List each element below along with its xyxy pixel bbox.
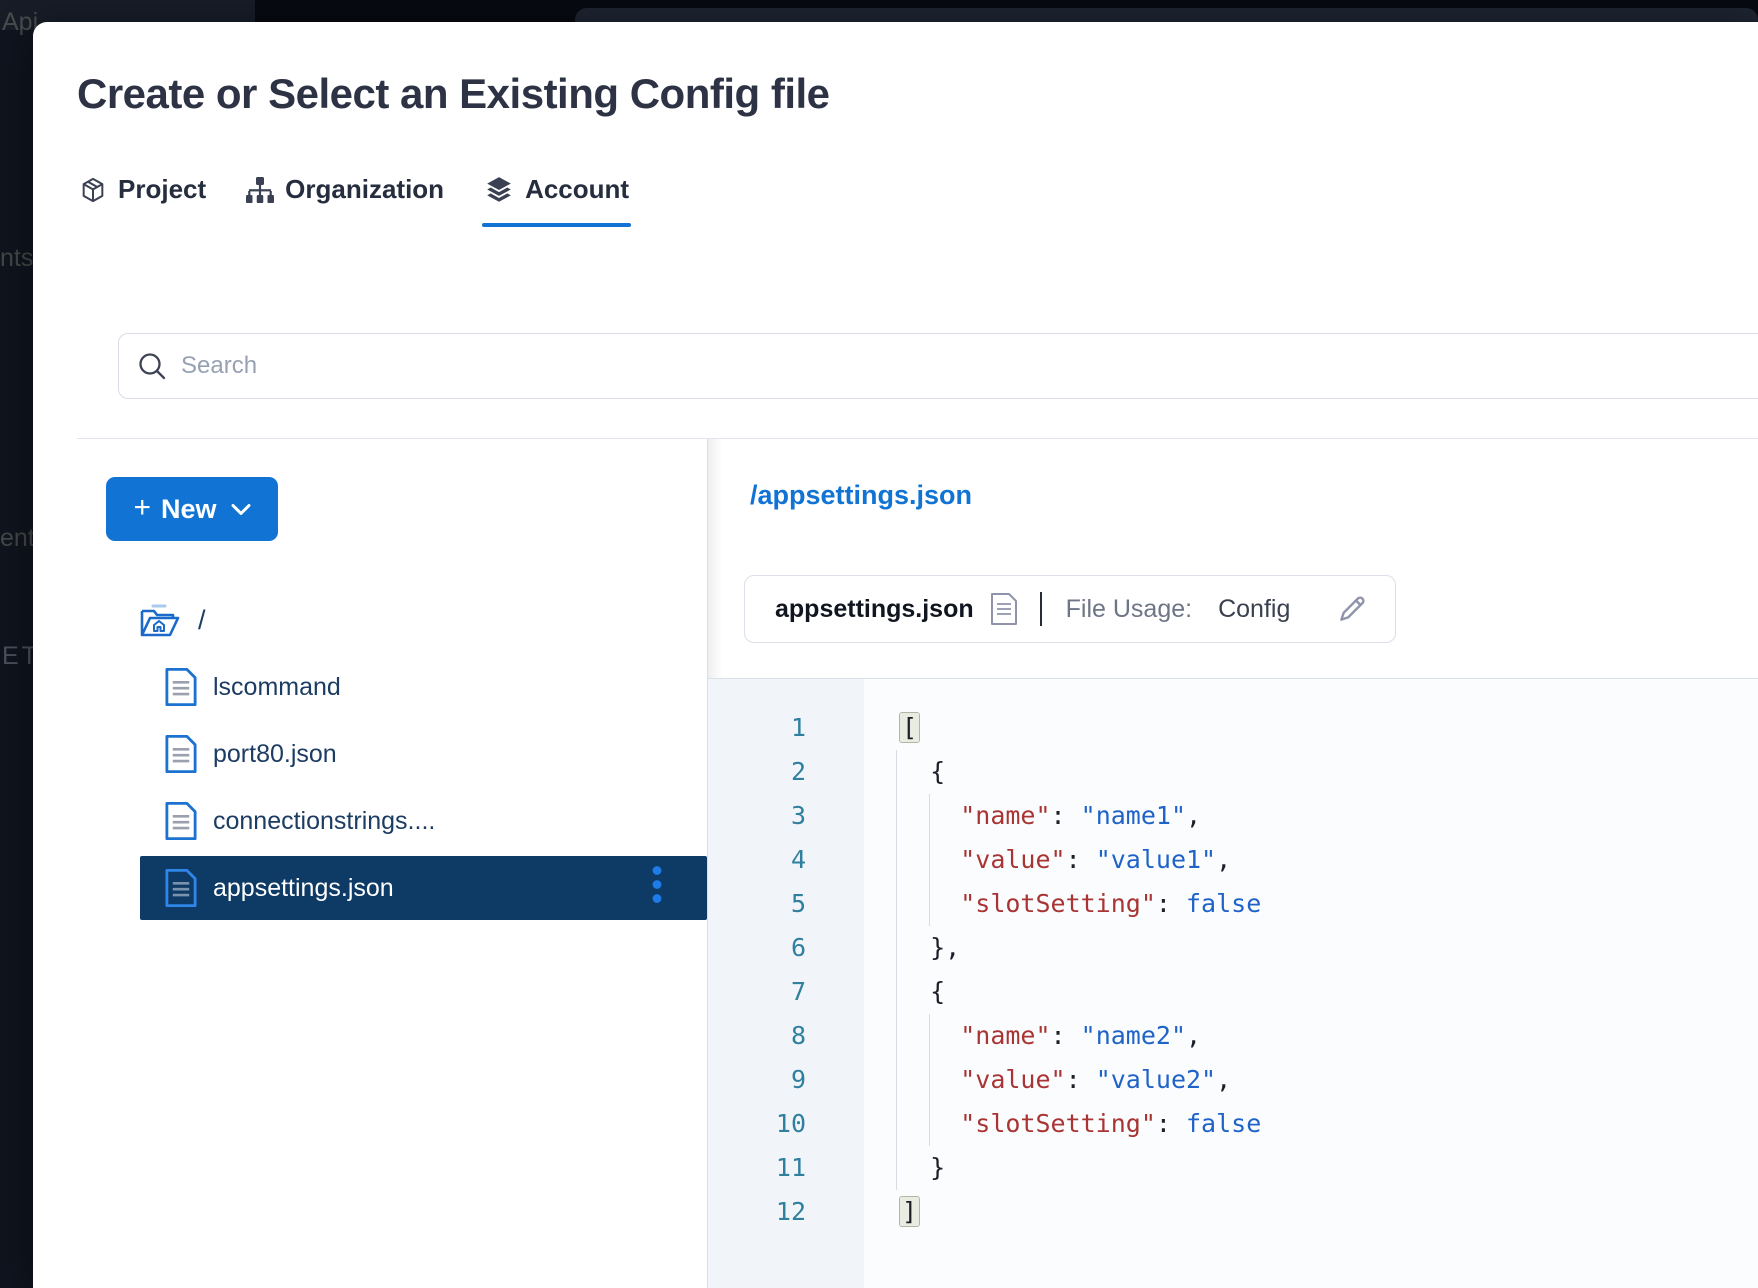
tree-item-appsettings-selected[interactable]: appsettings.json [140,856,707,920]
line-number: 4 [708,838,806,882]
code-editor[interactable]: 1[2 {3 "name": "name1",4 "value": "value… [708,679,1758,1288]
code-line: 3 "name": "name1", [708,794,1758,838]
code-line: 9 "value": "value2", [708,1058,1758,1102]
code-text: { [806,750,945,794]
tab-label: Organization [285,174,444,205]
tab-project[interactable]: Project [77,160,208,227]
page-title: Create or Select an Existing Config file [77,70,830,118]
code-lines: 1[2 {3 "name": "name1",4 "value": "value… [708,706,1758,1234]
separator [1040,592,1042,626]
edit-pencil-icon[interactable] [1335,592,1369,626]
code-text: "name": "name1", [806,794,1201,838]
cube-icon [79,176,107,204]
line-number: 10 [708,1102,806,1146]
line-number: 5 [708,882,806,926]
tab-label: Project [118,174,206,205]
code-text: } [806,1146,945,1190]
code-line: 8 "name": "name2", [708,1014,1758,1058]
chevron-down-icon [231,503,251,516]
tree-root-folder[interactable]: / [106,588,707,652]
new-button-label: New [161,494,217,525]
code-text: }, [806,926,960,970]
line-number: 12 [708,1190,806,1234]
preview-file-path: /appsettings.json [750,480,972,511]
file-icon [164,734,198,774]
plus-icon: + [133,493,151,523]
line-number: 7 [708,970,806,1014]
code-text: "value": "value1", [806,838,1231,882]
file-usage-label: File Usage: [1066,595,1192,624]
line-number: 11 [708,1146,806,1190]
file-usage-value: Config [1218,595,1290,624]
file-icon [164,868,198,908]
code-text: "value": "value2", [806,1058,1231,1102]
tab-label: Account [525,174,629,205]
kebab-menu-icon[interactable] [651,865,663,912]
line-number: 6 [708,926,806,970]
code-text: "slotSetting": false [806,1102,1261,1146]
tree-item-label: connectionstrings.... [213,807,435,836]
code-line: 2 { [708,750,1758,794]
file-name: appsettings.json [775,595,974,624]
code-line: 4 "value": "value1", [708,838,1758,882]
code-text: ] [806,1190,919,1234]
search-bar [118,333,1758,399]
code-line: 10 "slotSetting": false [708,1102,1758,1146]
new-file-button[interactable]: + New [106,477,278,541]
config-file-modal: Create or Select an Existing Config file… [33,22,1758,1288]
code-line: 1[ [708,706,1758,750]
tree-item-port80[interactable]: port80.json [106,722,707,786]
document-icon [990,592,1018,626]
code-text: { [806,970,945,1014]
tree-item-lscommand[interactable]: lscommand [106,655,707,719]
line-number: 2 [708,750,806,794]
line-number: 8 [708,1014,806,1058]
tree-item-label: port80.json [213,740,337,769]
code-line: 11 } [708,1146,1758,1190]
code-line: 6 }, [708,926,1758,970]
line-number: 9 [708,1058,806,1102]
header-divider [77,438,1758,439]
tree-item-label: lscommand [213,673,341,702]
org-chart-icon [246,176,274,204]
layers-icon [484,175,514,205]
code-text: "name": "name2", [806,1014,1201,1058]
code-text: "slotSetting": false [806,882,1261,926]
tree-item-connectionstrings[interactable]: connectionstrings.... [106,789,707,853]
line-number: 1 [708,706,806,750]
code-line: 5 "slotSetting": false [708,882,1758,926]
scope-tabs: Project Organization [77,160,631,227]
file-tree-panel: + New / [106,455,707,920]
file-icon [164,801,198,841]
backdrop-text: nts [0,244,33,273]
search-icon [136,350,168,382]
tree-root-label: / [198,605,206,636]
file-info-bar: appsettings.json File Usage: Config [744,575,1396,643]
code-text: [ [806,706,919,750]
search-input[interactable] [181,352,1758,380]
tree-item-label: appsettings.json [213,874,394,903]
code-line: 7 { [708,970,1758,1014]
file-icon [164,667,198,707]
code-line: 12] [708,1190,1758,1234]
tab-account[interactable]: Account [482,160,631,227]
open-folder-home-icon [140,602,182,638]
line-number: 3 [708,794,806,838]
tab-organization[interactable]: Organization [244,160,446,227]
